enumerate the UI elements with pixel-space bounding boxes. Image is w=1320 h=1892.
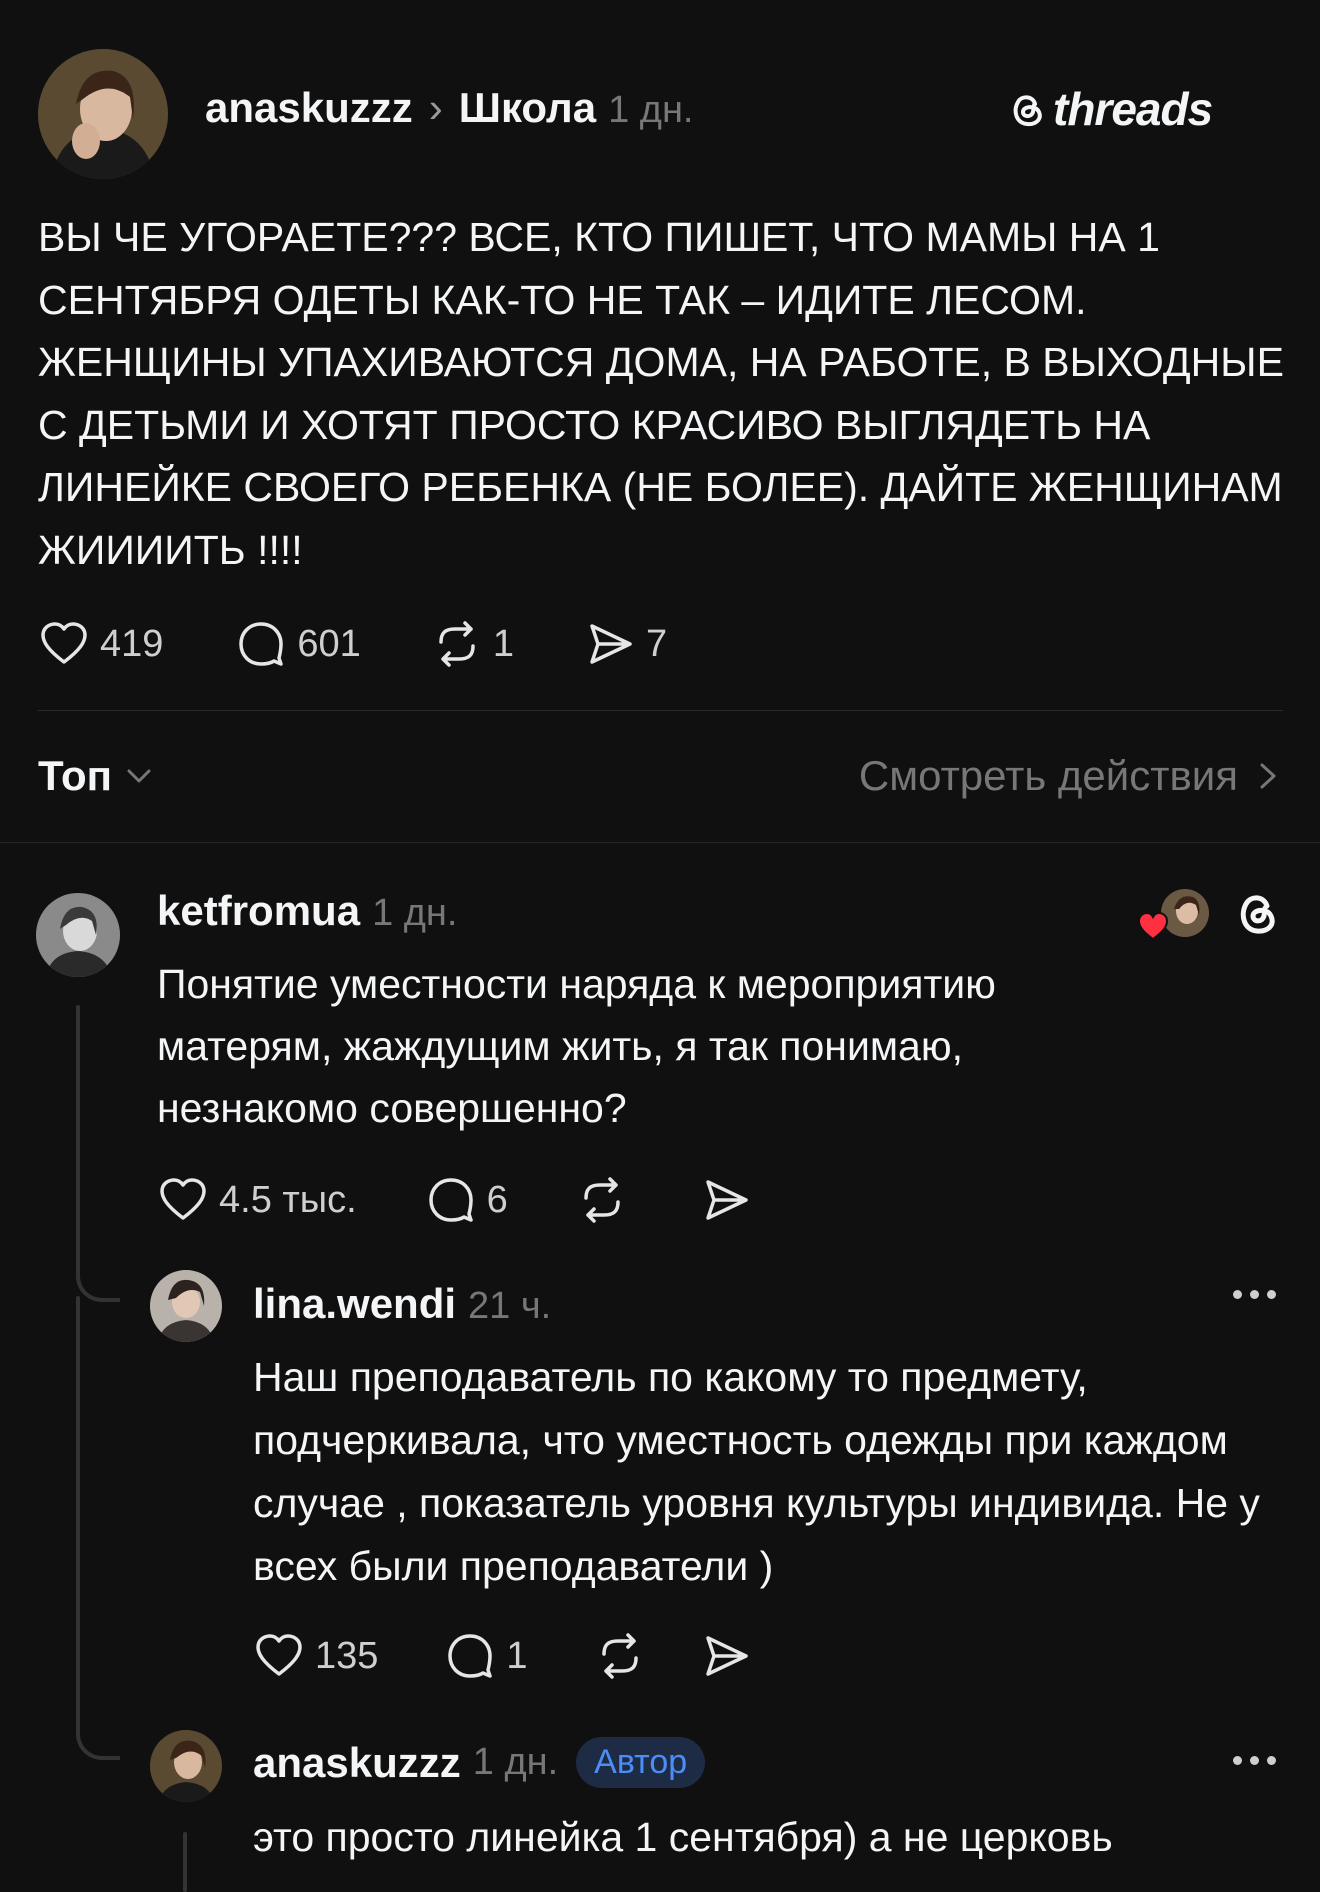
comment-text: это просто линейка 1 сентября) а не церк…	[253, 1814, 1113, 1860]
send-icon	[700, 1174, 752, 1226]
repost-count: 1	[492, 622, 514, 665]
thread-line	[76, 1005, 80, 1280]
repost-icon	[431, 618, 483, 670]
heart-filled-icon	[1137, 911, 1169, 941]
like-button[interactable]: 135	[253, 1630, 378, 1682]
comment-icon	[425, 1174, 477, 1226]
reply-count: 1	[506, 1634, 528, 1677]
comment-time: 21 ч.	[468, 1285, 552, 1327]
comment-author-name[interactable]: ketfromua	[157, 887, 360, 935]
divider	[0, 842, 1320, 843]
breadcrumb-chevron: ›	[428, 84, 443, 131]
comment-author-avatar[interactable]	[150, 1730, 222, 1802]
comment-author-name[interactable]: lina.wendi	[253, 1280, 456, 1328]
chevron-right-icon	[1256, 759, 1280, 793]
post-actions: 419 601 1 7	[38, 618, 667, 670]
comment-text: Наш преподаватель по какому то предмету,…	[253, 1354, 1260, 1589]
thread-connector	[76, 1700, 120, 1760]
comment-icon	[444, 1630, 496, 1682]
like-button[interactable]: 419	[38, 618, 163, 670]
share-button[interactable]	[700, 1174, 752, 1226]
thread-connector	[76, 1240, 120, 1302]
view-activity-link[interactable]: Смотреть действия	[859, 752, 1280, 800]
reply-count: 6	[486, 1178, 508, 1221]
liked-by-author-indicator	[1137, 887, 1211, 947]
comment-header: lina.wendi 21 ч.	[253, 1280, 551, 1328]
comment-author-avatar[interactable]	[150, 1270, 222, 1342]
post-time: 1 дн.	[608, 89, 694, 131]
author-badge: Автор	[576, 1737, 706, 1788]
heart-icon	[253, 1630, 305, 1682]
like-count: 419	[100, 622, 164, 665]
reply-button[interactable]: 1	[444, 1630, 528, 1682]
comment-actions: 4.5 тыс. 6	[157, 1174, 752, 1226]
comment-author-avatar[interactable]	[36, 893, 120, 977]
heart-icon	[157, 1174, 209, 1226]
repost-icon	[576, 1174, 628, 1226]
reply-count: 601	[297, 622, 361, 665]
post-author-name[interactable]: anaskuzzz	[205, 84, 413, 132]
more-options-button[interactable]	[1233, 1756, 1276, 1765]
threads-logo-icon	[1005, 87, 1049, 131]
comment-header: ketfromua 1 дн.	[157, 887, 457, 935]
more-dots-icon	[1233, 1290, 1276, 1299]
heart-icon	[38, 618, 90, 670]
like-button[interactable]: 4.5 тыс.	[157, 1174, 357, 1226]
comment-header: anaskuzzz 1 дн. Автор	[253, 1737, 706, 1788]
divider	[38, 710, 1283, 711]
post-header: anaskuzzz › Школа 1 дн.	[205, 84, 694, 134]
more-dots-icon	[1233, 1756, 1276, 1765]
send-icon	[700, 1630, 752, 1682]
reply-button[interactable]: 6	[425, 1174, 508, 1226]
share-count: 7	[645, 622, 668, 665]
share-button[interactable]	[700, 1630, 752, 1682]
more-options-button[interactable]	[1233, 1290, 1276, 1299]
repost-button[interactable]	[594, 1630, 646, 1682]
post-community[interactable]: Школа	[459, 84, 596, 132]
comment-text: Понятие уместности наряда к мероприятию …	[157, 961, 996, 1131]
repost-icon	[594, 1630, 646, 1682]
threads-wordmark: threads	[1053, 83, 1213, 135]
sort-label: Топ	[38, 752, 113, 799]
comment-time: 1 дн.	[472, 1741, 559, 1783]
thread-line	[76, 1296, 80, 1736]
comment-actions: 135 1	[253, 1630, 752, 1682]
comment-author-name[interactable]: anaskuzzz	[253, 1739, 461, 1787]
thread-line	[183, 1832, 187, 1892]
post-text: ВЫ ЧЕ УГОРАЕТЕ??? ВСЕ, КТО ПИШЕТ, ЧТО МА…	[38, 214, 1284, 573]
threads-logo-icon[interactable]	[1232, 887, 1282, 939]
repost-button[interactable]: 1	[431, 618, 514, 670]
comment-time: 1 дн.	[372, 892, 458, 934]
share-button[interactable]: 7	[584, 618, 667, 670]
like-count: 4.5 тыс.	[219, 1178, 357, 1221]
comment-icon	[235, 618, 287, 670]
sort-dropdown[interactable]: Топ	[38, 752, 154, 800]
view-activity-label: Смотреть действия	[858, 752, 1238, 799]
like-count: 135	[315, 1634, 379, 1677]
threads-brand: threads	[1005, 82, 1213, 136]
chevron-down-icon	[124, 761, 154, 791]
repost-button[interactable]	[576, 1174, 628, 1226]
reply-button[interactable]: 601	[235, 618, 361, 670]
post-author-avatar[interactable]	[38, 49, 168, 179]
send-icon	[584, 618, 636, 670]
